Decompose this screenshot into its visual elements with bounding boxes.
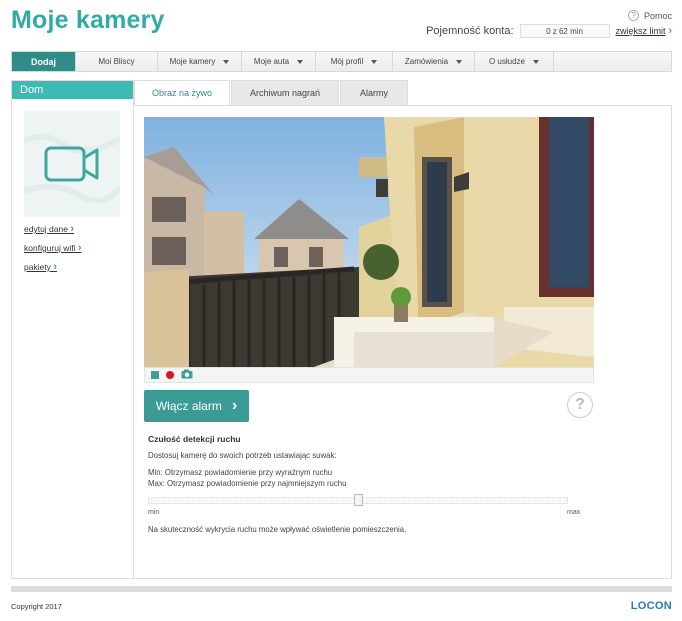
alarm-button-label: Włącz alarm <box>155 399 222 413</box>
nav-item-label: Moje kamery <box>169 57 216 66</box>
chevron-right-icon: › <box>53 261 57 273</box>
nav-item-label: Dodaj <box>30 56 56 67</box>
slider-min-label: min <box>148 509 160 516</box>
video-controls <box>144 367 594 383</box>
help-question-icon[interactable]: ? <box>567 392 593 418</box>
main-nav: Dodaj Moi Bliscy Moje kamery Moje auta M… <box>11 51 672 72</box>
slider-max-label: max <box>567 509 581 516</box>
snapshot-button[interactable] <box>181 369 193 382</box>
caret-down-icon <box>533 59 540 64</box>
nav-item-my-profile[interactable]: Mój profil <box>316 52 393 71</box>
nav-item-label: Moi Bliscy <box>98 57 135 66</box>
tab-live-view[interactable]: Obraz na żywo <box>134 80 230 106</box>
camera-name: Dom <box>12 81 133 99</box>
increase-limit-label: zwiększ limit <box>615 26 666 36</box>
camera-actions: edytuj dane › konfiguruj wifi › pakiety … <box>24 223 133 273</box>
footer-divider <box>11 586 672 592</box>
tab-label: Archiwum nagrań <box>249 88 321 98</box>
stop-button[interactable] <box>151 371 159 379</box>
camera-thumbnail[interactable] <box>24 111 120 217</box>
capacity-value: 0 z 62 min <box>519 24 610 38</box>
tab-label: Alarmy <box>359 88 388 98</box>
capacity-label: Pojemność konta: <box>426 25 514 37</box>
motion-sensitivity-section: Czułość detekcji ruchu Dostosuj kamerę d… <box>148 434 588 489</box>
motion-description: Dostosuj kamerę do swoich potrzeb ustawi… <box>148 451 337 460</box>
record-button[interactable] <box>166 371 174 379</box>
link-label: pakiety <box>24 262 51 272</box>
help-icon: ? <box>627 10 639 21</box>
link-label: konfiguruj wifi <box>24 243 76 253</box>
account-capacity: Pojemność konta: 0 z 62 min zwiększ limi… <box>426 24 672 38</box>
camera-snapshot-icon <box>181 369 193 378</box>
nav-item-label: Mój profil <box>330 57 364 66</box>
configure-wifi-link[interactable]: konfiguruj wifi › <box>24 242 133 254</box>
tab-label: Obraz na żywo <box>151 88 213 98</box>
nav-item-label: Moje auta <box>253 57 290 66</box>
sensitivity-slider[interactable] <box>148 494 568 506</box>
locon-logo: LOCON <box>630 600 672 612</box>
motion-title: Czułość detekcji ruchu <box>148 434 241 444</box>
video-camera-icon <box>24 111 120 217</box>
chevron-right-icon: › <box>231 397 238 414</box>
page-title: Moje kamery <box>11 6 165 34</box>
motion-min-text: Min: Otrzymasz powiadomienie przy wyraźn… <box>148 468 333 477</box>
caret-down-icon <box>297 59 304 64</box>
increase-limit-link[interactable]: zwiększ limit › <box>616 25 672 37</box>
nav-item-about[interactable]: O usłudze <box>475 52 554 71</box>
nav-item-label: O usłudze <box>488 57 526 66</box>
packages-link[interactable]: pakiety › <box>24 261 133 273</box>
caret-down-icon <box>223 59 230 64</box>
tab-recordings-archive[interactable]: Archiwum nagrań <box>231 80 339 106</box>
nav-item-label: Zamówienia <box>404 57 449 66</box>
link-label: edytuj dane <box>24 224 68 234</box>
chevron-right-icon: › <box>70 223 74 235</box>
nav-item-orders[interactable]: Zamówienia <box>393 52 475 71</box>
live-view-panel: Włącz alarm › ? Czułość detekcji ruchu D… <box>134 105 672 579</box>
help-label: Pomoc <box>643 10 672 21</box>
edit-data-link[interactable]: edytuj dane › <box>24 223 133 235</box>
nav-item-my-cameras[interactable]: Moje kamery <box>158 52 242 71</box>
copyright: Copyright 2017 <box>11 602 62 611</box>
chevron-right-icon: › <box>77 242 82 254</box>
motion-max-text: Max: Otrzymasz powiadomienie przy najmni… <box>148 479 347 488</box>
lighting-note: Na skuteczność wykrycia ruchu może wpływ… <box>148 525 407 534</box>
tab-alarms[interactable]: Alarmy <box>340 80 408 106</box>
help-link[interactable]: ? Pomoc <box>627 10 672 21</box>
live-video-image <box>144 117 594 367</box>
live-video-feed[interactable] <box>144 117 594 367</box>
caret-down-icon <box>371 59 378 64</box>
chevron-right-icon: › <box>668 25 672 37</box>
caret-down-icon <box>456 59 463 64</box>
camera-sidebar: Dom edytuj dane › konfiguruj wifi › paki… <box>11 80 134 579</box>
enable-alarm-button[interactable]: Włącz alarm › <box>144 390 249 422</box>
nav-item-my-cars[interactable]: Moje auta <box>242 52 316 71</box>
nav-item-loved-ones[interactable]: Moi Bliscy <box>76 52 158 71</box>
slider-handle[interactable] <box>354 494 363 506</box>
camera-tabs: Obraz na żywo Archiwum nagrań Alarmy <box>134 80 409 106</box>
nav-item-add[interactable]: Dodaj <box>12 52 76 71</box>
